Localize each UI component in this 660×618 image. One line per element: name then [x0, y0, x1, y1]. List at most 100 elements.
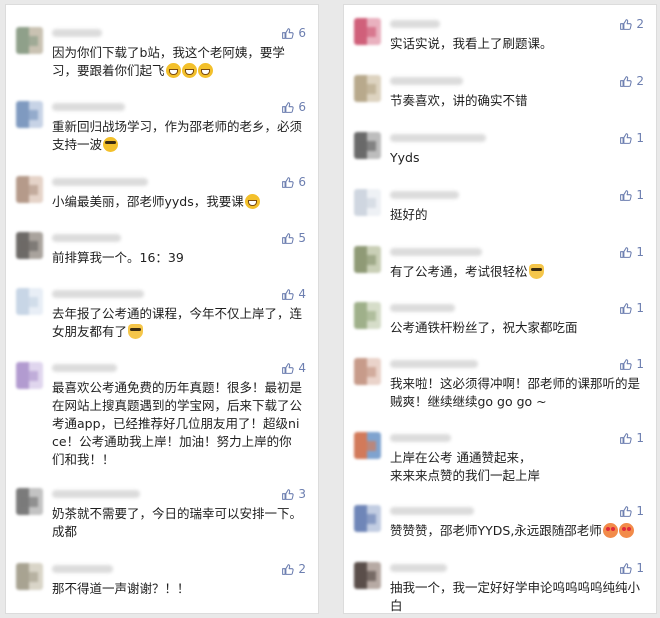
comment-text-segment: 重新回归战场学习，作为邵老师的老乡，必须支持一波	[52, 119, 303, 152]
like-button[interactable]: 3	[281, 487, 306, 501]
heart-eyes-emoji-icon	[602, 523, 618, 538]
like-button[interactable]: 1	[619, 431, 644, 445]
comment-text: 前排算我一个。16：39	[52, 249, 304, 267]
comment-text: 重新回归战场学习，作为邵老师的老乡，必须支持一波	[52, 118, 304, 154]
thumbs-up-icon	[619, 18, 633, 31]
comment-text: 抽我一个，我一定好好学申论呜呜呜呜纯纯小白	[390, 579, 642, 613]
comment-text-segment: 公考通铁杆粉丝了，祝大家都吃面	[390, 320, 578, 335]
avatar[interactable]	[354, 75, 381, 102]
right-comment-panel: 2 实话实说，我看上了刷题课。 2 节奏喜欢，讲的确实不错 1 Yyds 1 挺好的 1 有了公考…	[343, 4, 657, 614]
blurred-username	[390, 248, 482, 256]
avatar[interactable]	[16, 288, 43, 315]
avatar[interactable]	[354, 246, 381, 273]
comment-text: 赞赞赞，邵老师YYDS,永远跟随邵老师	[390, 522, 642, 540]
like-button[interactable]: 1	[619, 245, 644, 259]
like-button[interactable]: 6	[281, 26, 306, 40]
avatar[interactable]	[16, 232, 43, 259]
heart-eyes-emoji-icon	[618, 523, 634, 538]
comment-text: 公考通铁杆粉丝了，祝大家都吃面	[390, 319, 642, 337]
thumbs-up-icon	[619, 75, 633, 88]
thumbs-up-icon	[619, 302, 633, 315]
like-button[interactable]: 1	[619, 131, 644, 145]
avatar[interactable]	[354, 302, 381, 329]
avatar[interactable]	[16, 101, 43, 128]
blurred-username	[390, 134, 486, 142]
like-button[interactable]: 2	[619, 17, 644, 31]
thumbs-up-icon	[281, 362, 295, 375]
comment-text: 上岸在公考 通通赞起来， 来来来点赞的我们一起上岸	[390, 449, 642, 485]
like-button[interactable]: 1	[619, 561, 644, 575]
comment-text-segment: 去年报了公考通的课程，今年不仅上岸了，连女朋友都有了	[52, 306, 303, 339]
blurred-username	[52, 178, 148, 186]
comment-text-segment: 节奏喜欢，讲的确实不错	[390, 93, 528, 108]
blurred-username	[52, 234, 121, 242]
like-button[interactable]: 1	[619, 357, 644, 371]
comment-text-segment: 有了公考通，考试很轻松	[390, 264, 528, 279]
comment-text: 因为你们下载了b站，我这个老阿姨，要学习，要跟着你们起飞	[52, 44, 304, 80]
like-count: 1	[636, 245, 644, 259]
grin-emoji-icon	[197, 63, 213, 78]
cat-emoji-icon	[528, 264, 544, 279]
comment-text-segment: 那不得道一声谢谢？！！	[52, 581, 190, 596]
avatar[interactable]	[16, 176, 43, 203]
blurred-username	[52, 290, 144, 298]
thumbs-up-icon	[619, 432, 633, 445]
comment-text: 奶茶就不需要了，今日的瑞幸可以安排一下。成都	[52, 505, 304, 541]
cat-emoji-icon	[128, 324, 144, 339]
like-count: 6	[298, 100, 306, 114]
like-button[interactable]: 4	[281, 361, 306, 375]
like-count: 5	[298, 231, 306, 245]
blurred-username	[390, 304, 455, 312]
like-count: 2	[636, 74, 644, 88]
blurred-username	[52, 565, 113, 573]
blurred-username	[390, 77, 463, 85]
like-count: 1	[636, 131, 644, 145]
like-button[interactable]: 4	[281, 287, 306, 301]
avatar[interactable]	[16, 27, 43, 54]
avatar[interactable]	[354, 132, 381, 159]
comment-text: 我来啦！这必须得冲啊！邵老师的课那听的是贼爽！继续继续go go go ~	[390, 375, 642, 411]
avatar[interactable]	[16, 563, 43, 590]
avatar[interactable]	[354, 432, 381, 459]
like-count: 3	[298, 487, 306, 501]
like-count: 6	[298, 26, 306, 40]
thumbs-up-icon	[281, 288, 295, 301]
like-button[interactable]: 1	[619, 504, 644, 518]
left-comment-panel: 6 因为你们下载了b站，我这个老阿姨，要学习，要跟着你们起飞 6 重新回归战场学习，作…	[5, 4, 319, 614]
like-count: 6	[298, 175, 306, 189]
avatar[interactable]	[354, 562, 381, 589]
avatar[interactable]	[16, 488, 43, 515]
avatar[interactable]	[354, 358, 381, 385]
blurred-username	[52, 29, 102, 37]
like-count: 1	[636, 188, 644, 202]
like-button[interactable]: 1	[619, 188, 644, 202]
thumbs-up-icon	[619, 505, 633, 518]
blurred-username	[390, 434, 451, 442]
like-count: 2	[636, 17, 644, 31]
like-button[interactable]: 1	[619, 301, 644, 315]
like-button[interactable]: 2	[619, 74, 644, 88]
blurred-username	[390, 360, 478, 368]
like-button[interactable]: 2	[281, 562, 306, 576]
avatar[interactable]	[354, 505, 381, 532]
like-button[interactable]: 5	[281, 231, 306, 245]
grin-emoji-icon	[165, 63, 181, 78]
thumbs-up-icon	[281, 232, 295, 245]
blurred-username	[390, 507, 474, 515]
avatar[interactable]	[16, 362, 43, 389]
comment-text-segment: 奶茶就不需要了，今日的瑞幸可以安排一下。成都	[52, 506, 303, 539]
avatar[interactable]	[354, 189, 381, 216]
thumbs-up-icon	[281, 176, 295, 189]
thumbs-up-icon	[619, 132, 633, 145]
like-button[interactable]: 6	[281, 100, 306, 114]
like-button[interactable]: 6	[281, 175, 306, 189]
blurred-username	[52, 490, 140, 498]
like-count: 1	[636, 301, 644, 315]
blurred-username	[390, 191, 459, 199]
avatar[interactable]	[354, 18, 381, 45]
blurred-username	[390, 20, 440, 28]
comment-text: 最喜欢公考通免费的历年真题！很多！最初是在网站上搜真题遇到的学宝网，后来下载了公…	[52, 379, 304, 469]
like-count: 2	[298, 562, 306, 576]
comment-text-segment: 抽我一个，我一定好好学申论呜呜呜呜纯纯小白	[390, 580, 641, 613]
comment-text-segment: 实话实说，我看上了刷题课。	[390, 36, 553, 51]
